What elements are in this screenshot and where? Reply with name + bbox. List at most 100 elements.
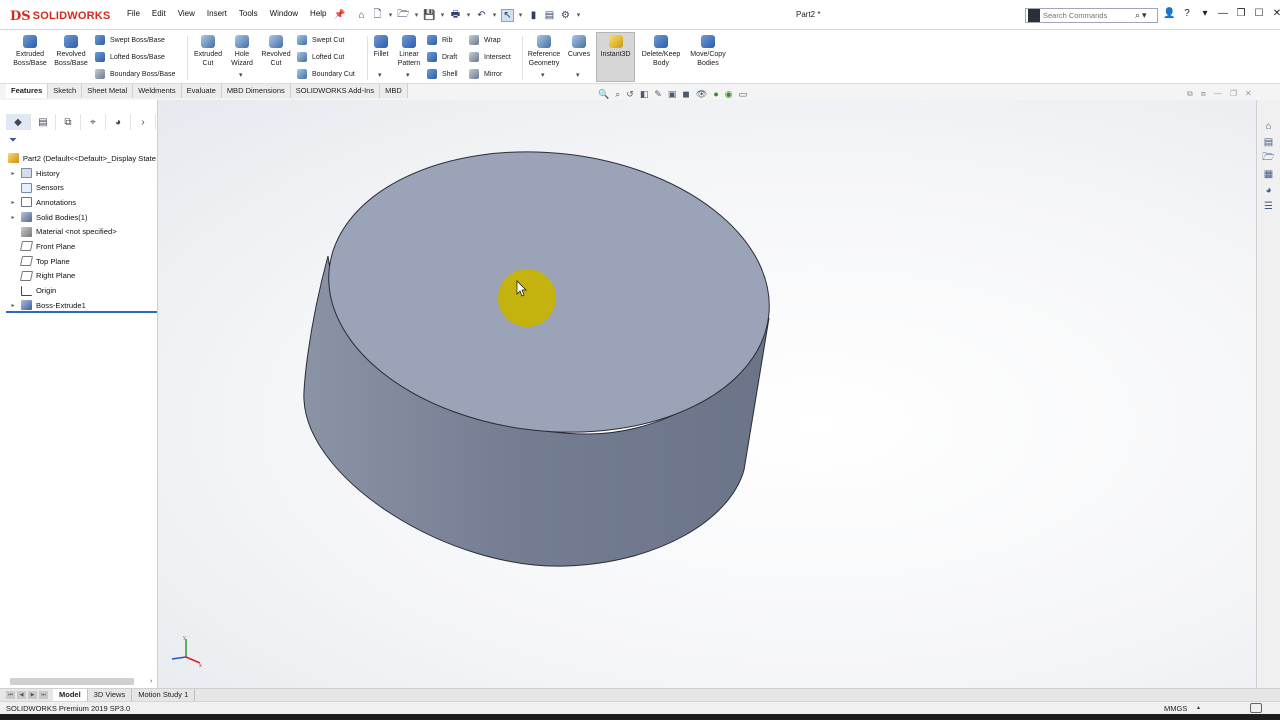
tree-item-front-plane[interactable]: Front Plane xyxy=(6,239,156,254)
user-account-icon[interactable]: 👤 xyxy=(1163,8,1175,19)
pattern-dropdown-icon[interactable]: ▾ xyxy=(406,71,410,79)
edit-appearance-icon[interactable]: ● xyxy=(713,89,718,99)
tree-item-right-plane[interactable]: Right Plane xyxy=(6,269,156,284)
traffic-light-icon[interactable]: ▮ xyxy=(527,9,540,22)
open-folder-icon[interactable]: 🗁 xyxy=(397,9,410,22)
fillet-button[interactable]: Fillet xyxy=(369,35,393,60)
search-input[interactable] xyxy=(1043,11,1133,20)
reference-geometry-dropdown-icon[interactable]: ▾ xyxy=(541,71,545,79)
revolved-boss-button[interactable]: Revolved Boss/Base xyxy=(52,35,90,68)
select-cursor-icon[interactable]: ↖ xyxy=(501,8,514,22)
hole-wizard-button[interactable]: Hole Wizard xyxy=(228,35,256,68)
tab-solidworks-add-ins[interactable]: SOLIDWORKS Add-Ins xyxy=(290,84,381,98)
hide-show-items-icon[interactable]: 👁 xyxy=(696,89,707,100)
dimxpert-tab-icon[interactable]: ⌖ xyxy=(81,114,106,130)
lofted-boss-button[interactable]: Lofted Boss/Base xyxy=(95,52,165,62)
manager-tabs-next-icon[interactable]: › xyxy=(131,114,156,130)
minimize-button[interactable]: — xyxy=(1217,8,1229,19)
undo-dropdown-icon[interactable]: ▾ xyxy=(491,9,498,22)
next-tab-icon[interactable]: ▶ xyxy=(28,691,37,699)
tree-item-annotations[interactable]: ▸ Annotations xyxy=(6,195,156,210)
menu-window[interactable]: Window xyxy=(264,9,304,18)
search-dropdown-icon[interactable]: ▾ xyxy=(1142,10,1147,21)
featuremanager-tab-icon[interactable]: ◆ xyxy=(6,114,31,130)
rebuild-status-icon[interactable] xyxy=(1250,703,1262,713)
menu-help[interactable]: Help xyxy=(304,9,332,18)
tree-horizontal-scrollbar[interactable]: › xyxy=(6,677,156,686)
menu-insert[interactable]: Insert xyxy=(201,9,233,18)
save-icon[interactable]: 💾 xyxy=(423,9,436,22)
linear-pattern-button[interactable]: Linear Pattern xyxy=(395,35,423,68)
view-settings-icon[interactable]: ▭ xyxy=(739,89,748,100)
hole-wizard-dropdown-icon[interactable]: ▾ xyxy=(239,71,243,79)
revolved-cut-button[interactable]: Revolved Cut xyxy=(259,35,293,68)
swept-cut-button[interactable]: Swept Cut xyxy=(297,35,344,45)
file-explorer-icon[interactable]: 🗁 xyxy=(1262,152,1275,165)
reference-geometry-button[interactable]: Reference Geometry xyxy=(525,35,563,68)
maximize-button[interactable]: ☐ xyxy=(1253,8,1265,19)
previous-view-icon[interactable]: ↺ xyxy=(626,89,634,100)
zoom-to-fit-icon[interactable]: 🔍 xyxy=(598,89,609,100)
viewport-restore-icon[interactable]: ❐ xyxy=(1230,89,1237,99)
swept-boss-button[interactable]: Swept Boss/Base xyxy=(95,35,165,45)
tab-mbd[interactable]: MBD xyxy=(380,84,408,98)
dynamic-annotation-icon[interactable]: ✎ xyxy=(654,89,662,100)
custom-properties-icon[interactable]: ☰ xyxy=(1262,200,1275,213)
scroll-right-icon[interactable]: › xyxy=(150,678,152,685)
prev-tab-icon[interactable]: ◀ xyxy=(17,691,26,699)
menu-edit[interactable]: Edit xyxy=(146,9,172,18)
tab-mbd-dimensions[interactable]: MBD Dimensions xyxy=(221,84,291,98)
tab-evaluate[interactable]: Evaluate xyxy=(181,84,222,98)
help-icon[interactable]: ? xyxy=(1181,8,1193,19)
wrap-button[interactable]: Wrap xyxy=(469,35,501,45)
first-tab-icon[interactable]: ⏮ xyxy=(6,691,15,699)
section-view-icon[interactable]: ◧ xyxy=(640,89,649,100)
help-dropdown-icon[interactable]: ▾ xyxy=(1199,8,1211,19)
menu-tools[interactable]: Tools xyxy=(233,9,264,18)
last-tab-icon[interactable]: ⏭ xyxy=(39,691,48,699)
propertymanager-tab-icon[interactable]: ▤ xyxy=(31,114,56,130)
viewport-close-icon[interactable]: ✕ xyxy=(1245,89,1252,99)
displaymanager-tab-icon[interactable]: ◕ xyxy=(106,114,131,130)
instant3d-button[interactable]: Instant3D xyxy=(597,35,634,60)
delete-keep-body-button[interactable]: Delete/Keep Body xyxy=(639,35,683,68)
home-icon[interactable]: ⌂ xyxy=(355,9,368,22)
menu-view[interactable]: View xyxy=(172,9,201,18)
unit-system[interactable]: MMGS xyxy=(1164,704,1187,713)
boundary-cut-button[interactable]: Boundary Cut xyxy=(297,69,355,79)
fillet-dropdown-icon[interactable]: ▾ xyxy=(378,71,382,79)
search-commands-box[interactable]: ⌕ ▾ xyxy=(1025,8,1158,23)
extruded-cut-button[interactable]: Extruded Cut xyxy=(191,35,225,68)
tree-item-sensors[interactable]: Sensors xyxy=(6,180,156,195)
tab-features[interactable]: Features xyxy=(6,84,49,98)
view-orientation-icon[interactable]: ▣ xyxy=(668,89,677,100)
print-icon[interactable]: 🖶 xyxy=(449,9,462,22)
view-palette-icon[interactable]: ▦ xyxy=(1262,168,1275,181)
solidworks-resources-icon[interactable]: ⌂ xyxy=(1262,120,1275,133)
move-copy-bodies-button[interactable]: Move/Copy Bodies xyxy=(686,35,730,68)
select-dropdown-icon[interactable]: ▾ xyxy=(517,9,524,22)
graphics-area[interactable]: y x xyxy=(158,100,1256,688)
expand-arrow-icon[interactable]: ▸ xyxy=(9,170,17,177)
shell-button[interactable]: Shell xyxy=(427,69,458,79)
tree-item-origin[interactable]: Origin xyxy=(6,283,156,298)
tab-motion-study-1[interactable]: Motion Study 1 xyxy=(132,689,196,701)
viewport-pin-icon[interactable]: ⧈ xyxy=(1201,89,1206,99)
expand-arrow-icon[interactable]: ▸ xyxy=(9,214,17,221)
viewport-tile-icon[interactable]: ⧉ xyxy=(1187,89,1193,99)
tab-3d-views[interactable]: 3D Views xyxy=(88,689,133,701)
options-dropdown-icon[interactable]: ▾ xyxy=(575,9,582,22)
configurationmanager-tab-icon[interactable]: ⧉ xyxy=(56,114,81,130)
tab-sheet-metal[interactable]: Sheet Metal xyxy=(82,84,134,98)
zoom-to-area-icon[interactable]: ⌕ xyxy=(615,89,620,100)
scrollbar-thumb[interactable] xyxy=(10,678,134,685)
tree-item-top-plane[interactable]: Top Plane xyxy=(6,254,156,269)
tree-item-material[interactable]: Material <not specified> xyxy=(6,224,156,239)
curves-button[interactable]: Curves xyxy=(566,35,592,60)
save-dropdown-icon[interactable]: ▾ xyxy=(439,9,446,22)
boundary-boss-button[interactable]: Boundary Boss/Base xyxy=(95,69,175,79)
undo-icon[interactable]: ↶ xyxy=(475,9,488,22)
intersect-button[interactable]: Intersect xyxy=(469,52,511,62)
apply-scene-icon[interactable]: ◉ xyxy=(725,89,733,100)
tab-sketch[interactable]: Sketch xyxy=(48,84,83,98)
